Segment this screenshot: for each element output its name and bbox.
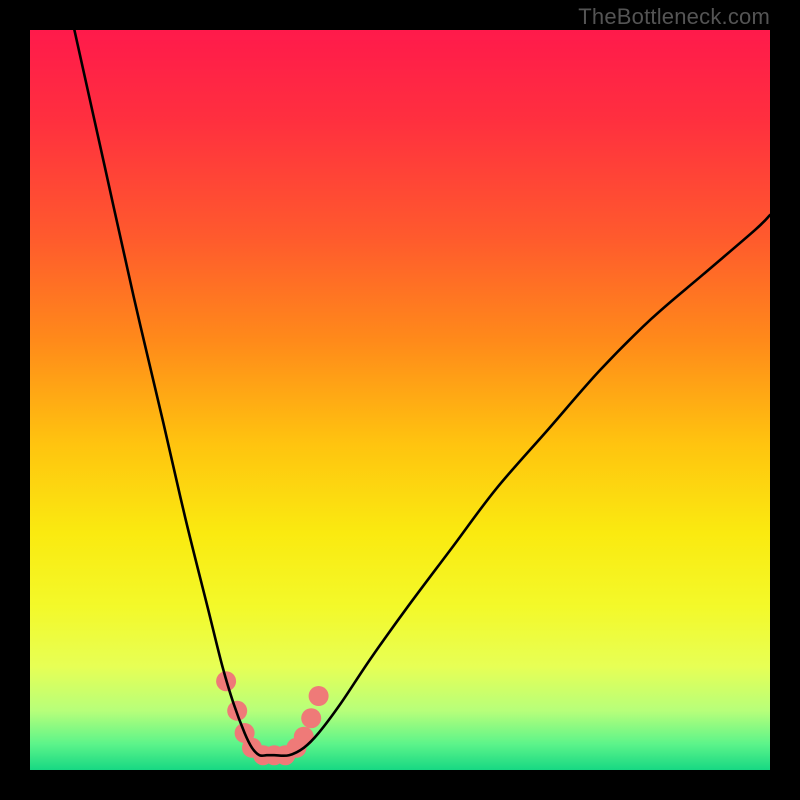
- chart-marker: [294, 727, 314, 747]
- bottleneck-curve: [74, 30, 770, 756]
- chart-frame: TheBottleneck.com: [0, 0, 800, 800]
- chart-overlay: [30, 30, 770, 770]
- chart-marker: [301, 708, 321, 728]
- plot-area: [30, 30, 770, 770]
- chart-marker: [309, 686, 329, 706]
- watermark-text: TheBottleneck.com: [578, 4, 770, 30]
- chart-markers: [216, 671, 329, 765]
